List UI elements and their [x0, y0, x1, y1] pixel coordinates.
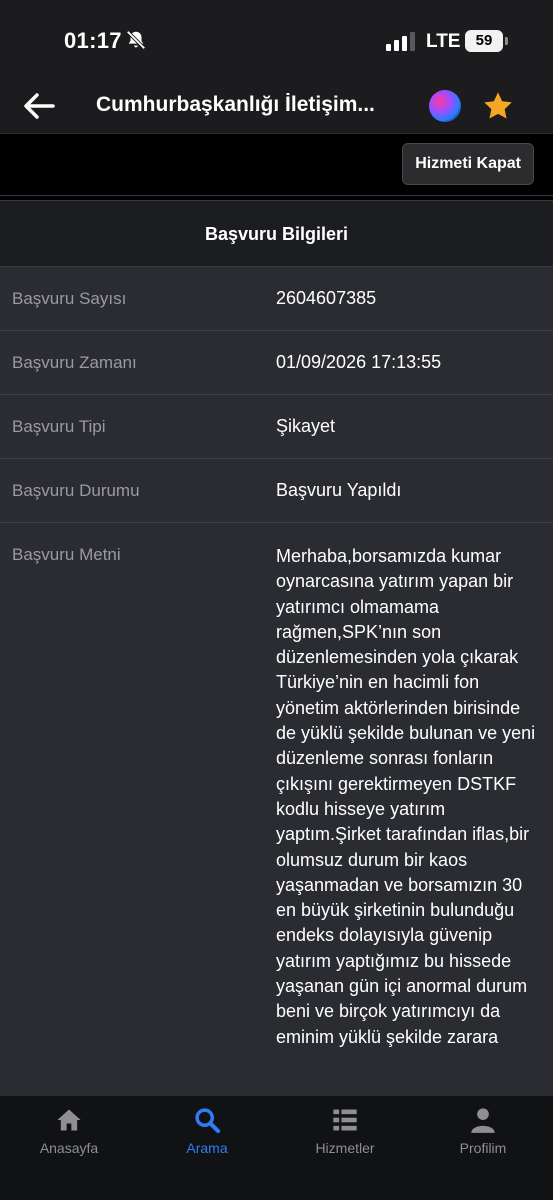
field-value: 01/09/2026 17:13:55	[276, 352, 442, 372]
page-title: Cumhurbaşkanlığı İletişim...	[96, 93, 375, 116]
status-time: 01:17	[64, 28, 122, 53]
bottom-tab-bar: Anasayfa Arama Hizmetler Profilim	[0, 1095, 553, 1200]
signal-icon	[386, 32, 415, 51]
detail-row-application-time: Başvuru Zamanı 01/09/2026 17:13:55	[0, 331, 553, 395]
status-bar: 01:17 LTE 59	[0, 0, 553, 80]
home-icon	[57, 1109, 81, 1131]
tab-label: Profilim	[459, 1140, 507, 1156]
back-arrow-icon[interactable]	[22, 91, 56, 121]
detail-row-application-type: Başvuru Tipi Şikayet	[0, 395, 553, 459]
siri-icon[interactable]	[429, 90, 461, 122]
tab-profile[interactable]: Profilim	[433, 1106, 533, 1156]
star-icon[interactable]	[482, 90, 514, 122]
battery-icon: 59	[465, 30, 509, 52]
tab-label: Anasayfa	[39, 1140, 99, 1156]
bell-slash-icon	[126, 30, 146, 50]
search-icon	[195, 1108, 221, 1134]
detail-row-application-number: Başvuru Sayısı 2604607385	[0, 267, 553, 331]
tab-label: Hizmetler	[315, 1140, 375, 1156]
field-label: Başvuru Durumu	[12, 480, 140, 500]
tab-label: Arama	[186, 1140, 228, 1156]
section-title: Başvuru Bilgileri	[0, 201, 553, 267]
battery-cap	[505, 37, 508, 45]
field-label: Başvuru Zamanı	[12, 352, 137, 372]
toolbar: Hizmeti Kapat	[0, 134, 553, 196]
services-list-icon	[333, 1109, 357, 1131]
field-value: Şikayet	[276, 416, 336, 436]
detail-row-application-status: Başvuru Durumu Başvuru Yapıldı	[0, 459, 553, 523]
detail-row-application-text: Başvuru Metni Merhaba,borsamızda kumar o…	[0, 523, 553, 1050]
battery-level: 59	[465, 30, 503, 52]
field-label: Başvuru Metni	[12, 545, 121, 564]
profile-icon	[471, 1108, 495, 1133]
navigation-header: Cumhurbaşkanlığı İletişim...	[0, 80, 553, 134]
network-type: LTE	[426, 31, 461, 52]
tab-home[interactable]: Anasayfa	[19, 1106, 119, 1156]
tab-search[interactable]: Arama	[157, 1106, 257, 1156]
application-text: Merhaba,borsamızda kumar oynarcasına yat…	[276, 546, 536, 1047]
field-label: Başvuru Sayısı	[12, 288, 127, 308]
field-value: Başvuru Yapıldı	[276, 480, 402, 500]
application-details: Başvuru Bilgileri Başvuru Sayısı 2604607…	[0, 200, 553, 1095]
field-label: Başvuru Tipi	[12, 416, 106, 436]
tab-services[interactable]: Hizmetler	[295, 1106, 395, 1156]
field-value: 2604607385	[276, 288, 377, 308]
close-service-button[interactable]: Hizmeti Kapat	[402, 143, 534, 185]
